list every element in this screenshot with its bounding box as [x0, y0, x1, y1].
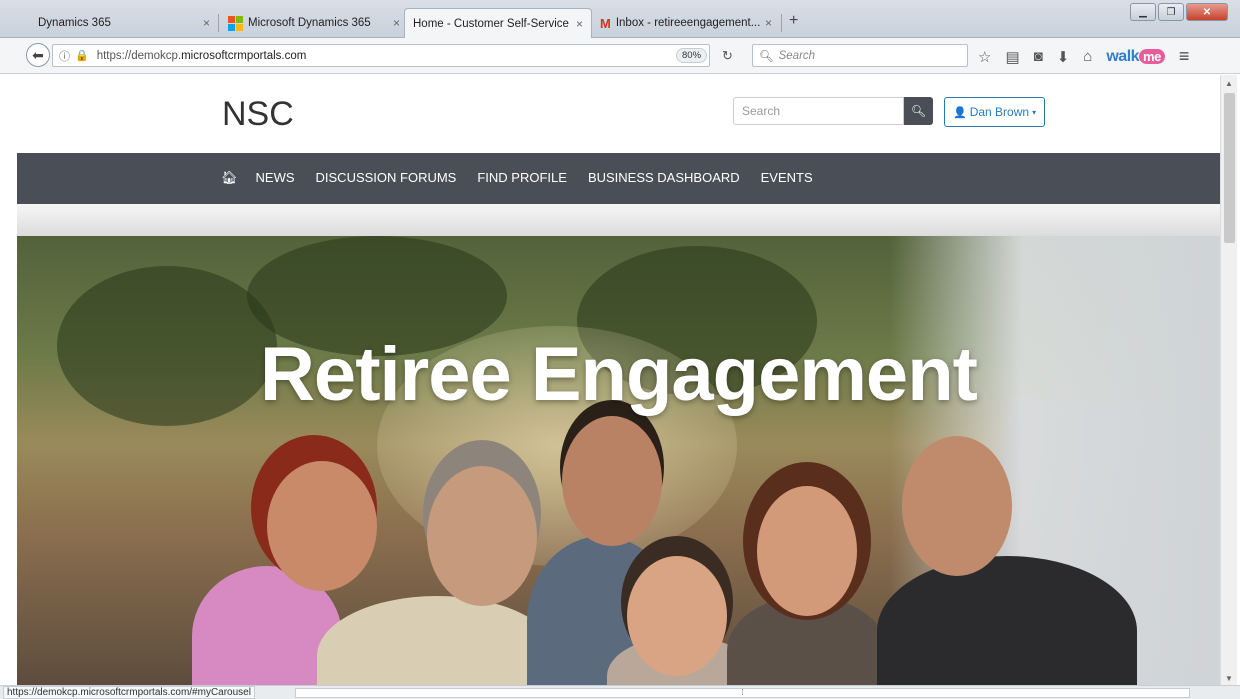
walkme-text: walk — [1106, 47, 1140, 65]
person-head — [902, 436, 1012, 576]
pocket-icon[interactable]: ◙ — [1034, 48, 1043, 65]
hero-title: Retiree Engagement — [260, 332, 978, 417]
tab-title: Dynamics 365 — [38, 17, 111, 29]
nav-item-discussion-forums[interactable]: DISCUSSION FORUMS — [316, 170, 457, 186]
scroll-down-icon[interactable]: ▼ — [1225, 674, 1233, 683]
browser-toolbar: ⬅ ⓘ 🔒 https://demokcp. microsoftcrmportal… — [0, 38, 1240, 74]
tab-separator — [781, 14, 782, 32]
scroll-up-icon[interactable]: ▲ — [1225, 79, 1233, 88]
horizontal-scrollbar[interactable]: ⁞ — [295, 688, 1190, 698]
tab-title: Home - Customer Self-Service — [413, 17, 569, 30]
tab-separator — [218, 14, 219, 32]
address-bar[interactable]: ⓘ 🔒 https://demokcp. microsoftcrmportals.… — [52, 44, 710, 67]
bookmark-star-icon[interactable]: ☆ — [978, 48, 991, 66]
person-head — [562, 416, 662, 546]
browser-tab-strip: Dynamics 365 × Microsoft Dynamics 365 × … — [0, 0, 1240, 38]
search-icon: 🔍︎ — [910, 104, 927, 118]
nav-item-events[interactable]: EVENTS — [761, 170, 813, 186]
site-search-input[interactable]: Search — [733, 97, 904, 125]
tab-title: Microsoft Dynamics 365 — [248, 17, 371, 29]
web-page: NSC Search 🔍︎ 👤 Dan Brown ▾ 🏠︎ NEWS DISC… — [17, 75, 1220, 687]
toolbar-icons: ☆ ▤ ◙ ⬇ ⌂ walk me ≡ — [978, 46, 1189, 67]
user-name: Dan Brown — [969, 105, 1030, 119]
main-navigation: 🏠︎ NEWS DISCUSSION FORUMS FIND PROFILE B… — [17, 153, 1220, 204]
person-head — [757, 486, 857, 616]
user-icon: 👤 — [953, 106, 967, 119]
status-bar: https://demokcp.microsoftcrmportals.com/… — [0, 685, 1240, 699]
tab-home-customer-self-service[interactable]: Home - Customer Self-Service × — [404, 8, 592, 38]
search-placeholder: Search — [778, 49, 816, 62]
nav-item-business-dashboard[interactable]: BUSINESS DASHBOARD — [588, 170, 740, 186]
reading-list-icon[interactable]: ▤ — [1005, 48, 1019, 66]
status-url: https://demokcp.microsoftcrmportals.com/… — [3, 686, 255, 699]
person-head — [627, 556, 727, 676]
tab-close-icon[interactable]: × — [393, 16, 400, 30]
back-arrow-icon: ⬅ — [32, 46, 44, 63]
person-head — [427, 466, 537, 606]
hero-carousel[interactable]: Retiree Engagement — [17, 236, 1220, 687]
walkme-badge: me — [1139, 48, 1165, 64]
scrollbar-thumb[interactable] — [1224, 93, 1235, 243]
zoom-level-badge[interactable]: 80% — [676, 48, 708, 63]
site-search-button[interactable]: 🔍︎ — [904, 97, 933, 125]
close-window-button[interactable]: ✕ — [1186, 3, 1228, 21]
tab-close-icon[interactable]: × — [765, 16, 772, 30]
home-icon[interactable]: 🏠︎ — [221, 170, 238, 186]
user-menu-button[interactable]: 👤 Dan Brown ▾ — [944, 97, 1046, 127]
url-prefix: https://demokcp. — [96, 49, 182, 62]
tab-microsoft-dynamics-365[interactable]: Microsoft Dynamics 365 × — [220, 8, 408, 38]
lock-icon: 🔒 — [75, 50, 89, 62]
info-icon[interactable]: ⓘ — [59, 48, 70, 64]
back-button[interactable]: ⬅ — [26, 43, 50, 67]
nav-item-find-profile[interactable]: FIND PROFILE — [477, 170, 567, 186]
reload-icon[interactable]: ↻ — [722, 48, 733, 64]
walkme-extension-icon[interactable]: walk me — [1106, 47, 1165, 66]
person-head — [267, 461, 377, 591]
tab-close-icon[interactable]: × — [576, 17, 583, 31]
vertical-scrollbar[interactable]: ▲ ▼ — [1220, 75, 1237, 687]
window-controls: ▁ ❐ ✕ — [1130, 3, 1228, 21]
browser-search-input[interactable]: 🔍︎ Search — [752, 44, 968, 67]
maximize-button[interactable]: ❐ — [1158, 3, 1184, 21]
caret-down-icon: ▾ — [1032, 107, 1037, 117]
search-icon: 🔍︎ — [759, 50, 774, 63]
new-tab-button[interactable]: + — [789, 12, 798, 30]
minimize-button[interactable]: ▁ — [1130, 3, 1156, 21]
carousel-top-band — [17, 204, 1220, 236]
tab-title: Inbox - retireeengagement... — [615, 17, 761, 29]
home-icon[interactable]: ⌂ — [1083, 48, 1092, 65]
download-icon[interactable]: ⬇ — [1057, 48, 1070, 66]
tab-gmail-inbox[interactable]: M Inbox - retireeengagement... × — [592, 8, 780, 38]
microsoft-logo-icon — [228, 16, 243, 31]
gmail-icon: M — [600, 15, 611, 31]
site-brand[interactable]: NSC — [222, 95, 294, 134]
nav-item-news[interactable]: NEWS — [256, 170, 295, 186]
hamburger-menu-icon[interactable]: ≡ — [1179, 46, 1190, 67]
url-host: microsoftcrmportals.com — [181, 49, 307, 62]
tab-dynamics-365[interactable]: Dynamics 365 × — [30, 8, 218, 38]
person-body — [317, 596, 557, 687]
tab-close-icon[interactable]: × — [203, 16, 210, 30]
